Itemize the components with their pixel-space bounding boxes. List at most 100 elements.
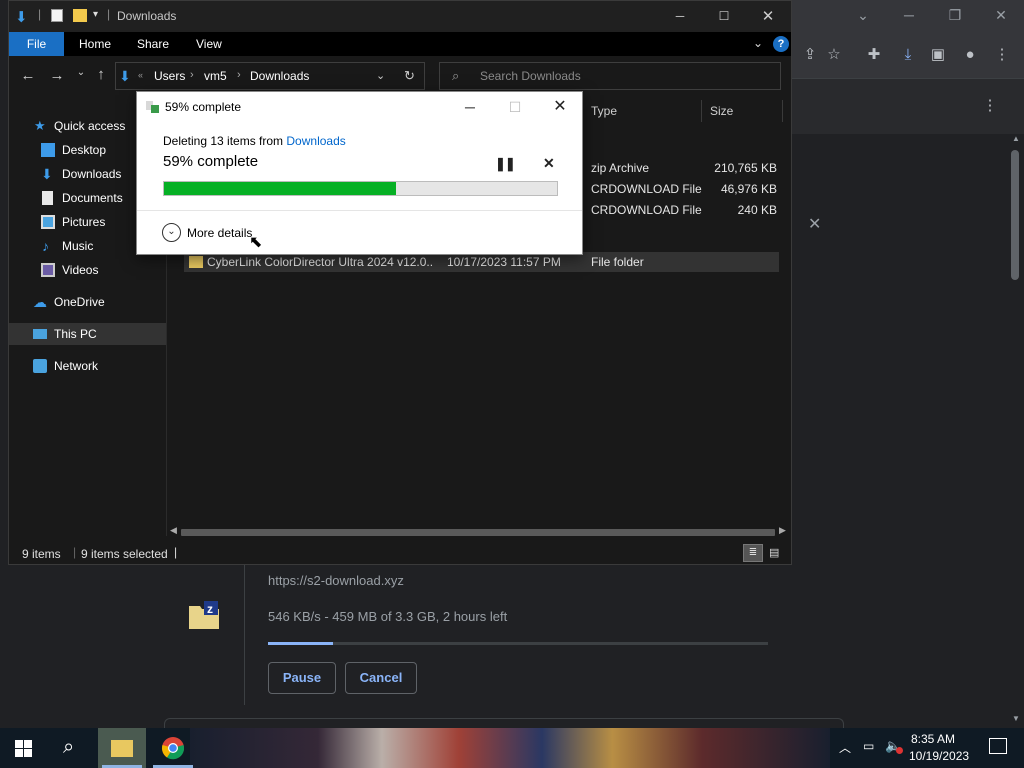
tab-search-icon[interactable]: ⌄ bbox=[840, 0, 886, 30]
minimize-button[interactable]: ─ bbox=[450, 94, 490, 120]
download-progress-bar bbox=[268, 642, 768, 645]
close-button[interactable]: ✕ bbox=[978, 0, 1024, 30]
address-bar[interactable]: ⬇ « Users › vm5 › Downloads ⌄ ↻ bbox=[115, 62, 425, 90]
downloads-link[interactable]: Downloads bbox=[286, 134, 345, 148]
breadcrumb-downloads[interactable]: Downloads bbox=[250, 69, 309, 83]
desktop-icon bbox=[41, 143, 55, 157]
scroll-right-icon[interactable]: ▶ bbox=[779, 525, 786, 536]
file-type: zip Archive bbox=[591, 161, 650, 175]
svg-text:z: z bbox=[207, 602, 213, 616]
taskbar-chrome[interactable] bbox=[149, 728, 197, 768]
selected-count: 9 items selected bbox=[81, 547, 168, 561]
cancel-icon[interactable]: ✕ bbox=[543, 155, 555, 172]
cancel-button[interactable]: Cancel bbox=[345, 662, 417, 694]
back-arrow-icon[interactable]: ← bbox=[17, 67, 39, 84]
expand-ribbon-icon[interactable]: ⌄ bbox=[753, 36, 763, 50]
large-icons-view-icon[interactable]: ▤ bbox=[769, 546, 779, 559]
search-placeholder: Search Downloads bbox=[480, 69, 581, 83]
properties-icon[interactable] bbox=[51, 9, 63, 22]
operation-description: Deleting 13 items from Downloads bbox=[163, 134, 346, 148]
scrollbar-thumb[interactable] bbox=[181, 529, 775, 536]
muted-badge bbox=[896, 747, 903, 754]
pause-icon[interactable]: ❚❚ bbox=[495, 156, 516, 172]
download-folder-icon: ⬇ bbox=[119, 68, 131, 84]
star-icon: ★ bbox=[34, 118, 46, 133]
scroll-down-icon[interactable]: ▼ bbox=[1012, 714, 1020, 723]
search-icon: ⌕ bbox=[452, 68, 460, 83]
clock-date[interactable]: 10/19/2023 bbox=[909, 749, 969, 763]
column-header-type[interactable]: Type bbox=[586, 100, 702, 122]
table-row-selected[interactable]: CyberLink ColorDirector Ultra 2024 v12.0… bbox=[184, 252, 779, 272]
chevron-right-icon[interactable]: › bbox=[237, 69, 241, 81]
zip-file-icon: z bbox=[189, 601, 219, 629]
windows-icon bbox=[15, 740, 32, 757]
file-size: 210,765 KB bbox=[714, 161, 777, 175]
new-folder-icon[interactable] bbox=[73, 9, 87, 22]
quick-access-toolbar-dropdown-icon[interactable]: ▾ bbox=[93, 9, 98, 20]
address-dropdown-icon[interactable]: ⌄ bbox=[376, 69, 385, 82]
star-icon[interactable]: ☆ bbox=[814, 40, 854, 70]
cloud-icon: ☁ bbox=[33, 294, 47, 310]
show-hidden-icons-icon[interactable]: ︿ bbox=[839, 739, 851, 756]
column-header-size[interactable]: Size bbox=[705, 100, 783, 122]
breadcrumb-users[interactable]: Users bbox=[154, 69, 185, 83]
more-details-button[interactable]: More details bbox=[187, 226, 252, 240]
close-button[interactable]: ✕ bbox=[745, 1, 791, 32]
pictures-icon bbox=[41, 215, 55, 229]
notifications-icon[interactable] bbox=[989, 738, 1007, 754]
search-input[interactable]: ⌕ Search Downloads bbox=[439, 62, 781, 90]
status-bar: 9 items | 9 items selected | ≣ ▤ bbox=[22, 544, 780, 562]
chevron-right-icon[interactable]: › bbox=[190, 69, 194, 81]
delete-progress-dialog: 59% complete ─ ☐ ✕ Deleting 13 items fro… bbox=[136, 91, 583, 255]
window-title: Downloads bbox=[117, 9, 177, 23]
download-status: 546 KB/s - 459 MB of 3.3 GB, 2 hours lef… bbox=[268, 609, 508, 624]
chrome-icon bbox=[161, 737, 185, 760]
minimize-button[interactable]: ─ bbox=[886, 0, 932, 30]
refresh-icon[interactable]: ↻ bbox=[404, 68, 415, 84]
delete-progress-bar bbox=[163, 181, 558, 196]
tab-file[interactable]: File bbox=[9, 32, 64, 56]
file-date: 10/17/2023 11:57 PM bbox=[447, 255, 561, 269]
nav-onedrive[interactable]: ☁ OneDrive bbox=[9, 291, 166, 313]
scroll-left-icon[interactable]: ◀ bbox=[170, 525, 177, 536]
close-icon[interactable]: ✕ bbox=[808, 214, 821, 234]
taskbar-file-explorer[interactable] bbox=[98, 728, 146, 768]
folder-icon bbox=[111, 740, 133, 757]
divider bbox=[137, 210, 582, 211]
tab-share[interactable]: Share bbox=[137, 32, 169, 56]
taskbar: ⌕ ︿ ▭ 🔈 8:35 AM 10/19/2023 bbox=[0, 728, 1024, 768]
tab-view[interactable]: View bbox=[196, 32, 222, 56]
more-actions-icon[interactable]: ⋮ bbox=[970, 91, 1010, 121]
up-arrow-icon[interactable]: ↑ bbox=[90, 66, 112, 83]
maximize-button[interactable]: ☐ bbox=[701, 1, 747, 32]
overflow-chevron-icon[interactable]: « bbox=[138, 70, 143, 80]
nav-network[interactable]: Network bbox=[9, 355, 166, 377]
chevron-down-icon[interactable]: ⌄ bbox=[162, 223, 181, 242]
tab-home[interactable]: Home bbox=[79, 32, 111, 56]
nav-this-pc[interactable]: This PC bbox=[9, 323, 166, 345]
forward-arrow-icon[interactable]: → bbox=[46, 67, 68, 84]
download-arrow-icon: ⬇ bbox=[41, 166, 53, 182]
horizontal-scrollbar[interactable]: ◀ ▶ bbox=[167, 525, 791, 538]
search-button[interactable]: ⌕ bbox=[49, 728, 97, 768]
minimize-button[interactable]: ─ bbox=[657, 1, 703, 32]
restore-button[interactable]: ❐ bbox=[932, 0, 978, 30]
details-view-icon[interactable]: ≣ bbox=[743, 544, 763, 562]
download-url[interactable]: https://s2-download.xyz bbox=[268, 573, 404, 588]
item-count: 9 items bbox=[22, 547, 61, 561]
folder-icon bbox=[189, 256, 203, 268]
menu-icon[interactable]: ⋮ bbox=[982, 40, 1022, 70]
close-button[interactable]: ✕ bbox=[540, 94, 580, 120]
network-icon bbox=[33, 359, 47, 373]
scroll-up-icon[interactable]: ▲ bbox=[1012, 134, 1020, 143]
network-icon[interactable]: ▭ bbox=[863, 739, 874, 753]
start-button[interactable] bbox=[0, 728, 48, 768]
help-icon[interactable]: ? bbox=[773, 36, 789, 52]
pause-button[interactable]: Pause bbox=[268, 662, 336, 694]
nav-videos[interactable]: Videos bbox=[9, 259, 166, 281]
page-scrollbar[interactable] bbox=[1011, 150, 1019, 280]
breadcrumb-vm5[interactable]: vm5 bbox=[204, 69, 227, 83]
recent-locations-icon[interactable]: ⌄ bbox=[70, 67, 92, 78]
chrome-toolbar: ⇪ ☆ ✚ ⤓ ▣ ● ⋮ bbox=[790, 32, 1024, 78]
clock-time[interactable]: 8:35 AM bbox=[911, 732, 955, 746]
